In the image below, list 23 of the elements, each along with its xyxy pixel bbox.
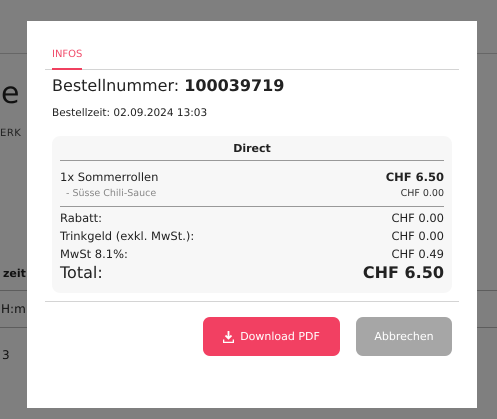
total-label: Total: — [60, 263, 103, 283]
download-icon — [223, 330, 234, 342]
item-name: - Süsse Chili-Sauce — [65, 187, 156, 201]
summary-label: MwSt 8.1%: — [60, 246, 128, 263]
item-price: CHF 0.00 — [400, 187, 444, 201]
page-heading: e — [1, 75, 20, 113]
receipt-title: Direct — [60, 142, 444, 161]
column-header: zeit — [3, 267, 26, 280]
order-number: Bestellnummer: 100039719 — [52, 76, 286, 95]
item-price: CHF 6.50 — [386, 169, 444, 186]
summary-value: CHF 0.00 — [391, 228, 444, 245]
summary-value: CHF 0.49 — [391, 246, 444, 263]
tab[interactable]: INFOS — [52, 47, 82, 70]
summary-label: Trinkgeld (exkl. MwSt.): — [60, 228, 194, 245]
total-value: CHF 6.50 — [362, 263, 444, 283]
download-button[interactable]: Download PDF — [203, 317, 340, 356]
tab-label[interactable]: ERK — [0, 128, 22, 139]
item-name: 1x Sommerrollen — [60, 169, 158, 186]
order-time: Bestellzeit: 02.09.2024 13:03 — [52, 107, 208, 119]
summary-value: CHF 0.00 — [391, 210, 444, 227]
cancel-button[interactable]: Abbrechen — [356, 317, 452, 356]
table-cell: 3 — [2, 348, 10, 362]
summary-label: Rabatt: — [60, 210, 102, 227]
